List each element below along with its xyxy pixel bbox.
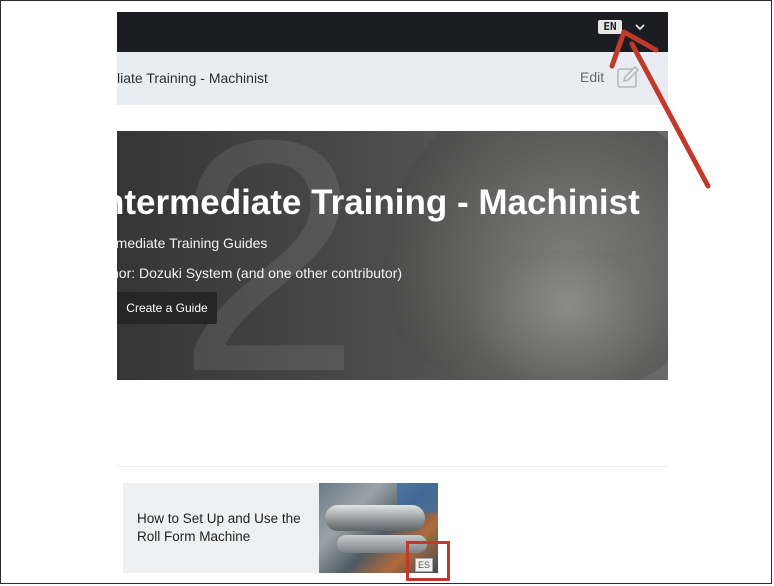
guide-card-title[interactable]: How to Set Up and Use the Roll Form Mach… (137, 510, 307, 546)
section-divider (117, 466, 668, 467)
top-navigation-bar: EN (117, 12, 668, 52)
annotation-highlight-box (406, 541, 450, 581)
hero-big-number: 2 (177, 131, 361, 380)
category-hero: 2 ntermediate Training - Machinist rmedi… (117, 131, 668, 380)
thumbnail-roller (325, 505, 425, 531)
language-selector[interactable]: EN (598, 20, 622, 34)
breadcrumb-title[interactable]: liate Training - Machinist (117, 70, 268, 86)
chevron-down-icon[interactable] (634, 21, 646, 33)
hero-subtitle: rmediate Training Guides (117, 235, 268, 251)
breadcrumb-bar: liate Training - Machinist Edit (117, 52, 668, 105)
create-guide-button[interactable]: Create a Guide (117, 292, 217, 324)
guide-card[interactable]: How to Set Up and Use the Roll Form Mach… (123, 483, 438, 573)
pencil-edit-icon[interactable] (616, 65, 640, 89)
edit-button[interactable]: Edit (580, 69, 604, 85)
web-page: EN liate Training - Machinist Edit 2 nte… (117, 12, 668, 586)
hero-title: ntermediate Training - Machinist (117, 183, 640, 222)
hero-author: hor: Dozuki System (and one other contri… (117, 265, 403, 281)
hero-background-part (467, 251, 667, 380)
